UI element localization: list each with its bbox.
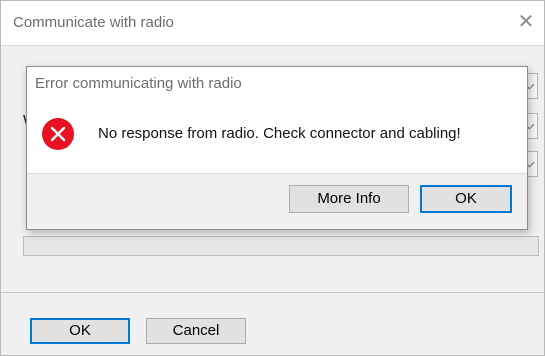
error-dialog: Error communicating with radio No respon… — [26, 66, 528, 230]
window-title: Communicate with radio — [13, 14, 174, 31]
ok-button[interactable]: OK — [30, 318, 130, 344]
progress-bar — [23, 236, 539, 256]
divider — [1, 292, 544, 293]
error-message: No response from radio. Check connector … — [98, 125, 461, 142]
more-info-button[interactable]: More Info — [289, 185, 409, 213]
cancel-button[interactable]: Cancel — [146, 318, 246, 344]
error-dialog-footer: More Info OK — [27, 173, 527, 229]
error-ok-button[interactable]: OK — [420, 185, 512, 213]
error-icon — [42, 118, 74, 150]
close-icon[interactable]: ✕ — [514, 10, 538, 34]
window-titlebar: Communicate with radio ✕ — [1, 1, 544, 46]
error-dialog-title: Error communicating with radio — [35, 75, 242, 92]
